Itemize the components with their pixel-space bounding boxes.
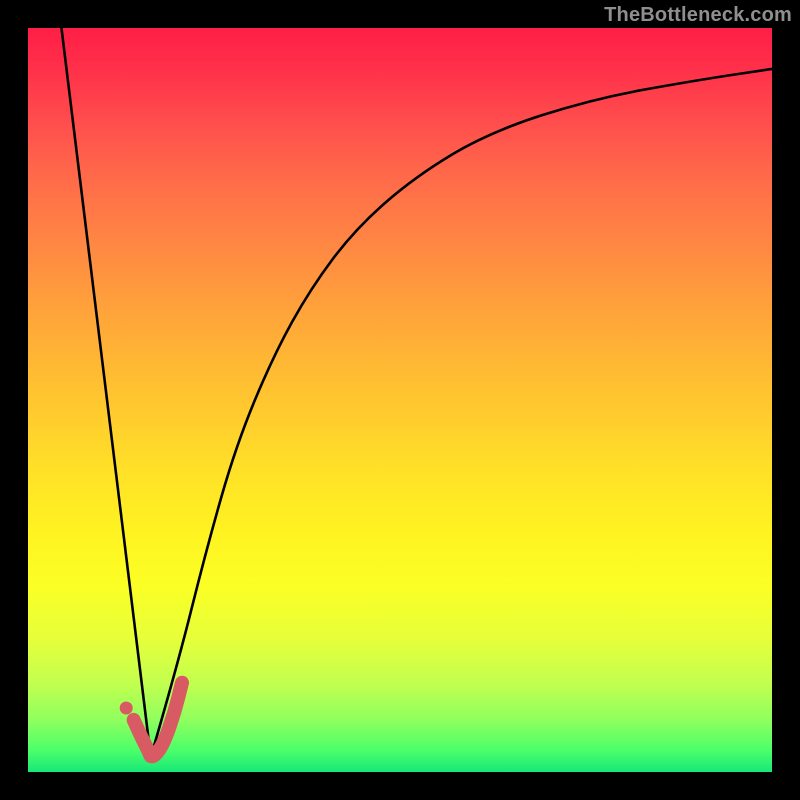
watermark-text: TheBottleneck.com (604, 4, 792, 27)
chart-svg (28, 28, 772, 772)
series-hook-accent (134, 683, 182, 757)
chart-frame: TheBottleneck.com (0, 0, 800, 800)
series-left-branch (61, 28, 150, 757)
plot-area (28, 28, 772, 772)
series-right-branch (151, 69, 772, 757)
series-hook-dot (120, 702, 133, 715)
